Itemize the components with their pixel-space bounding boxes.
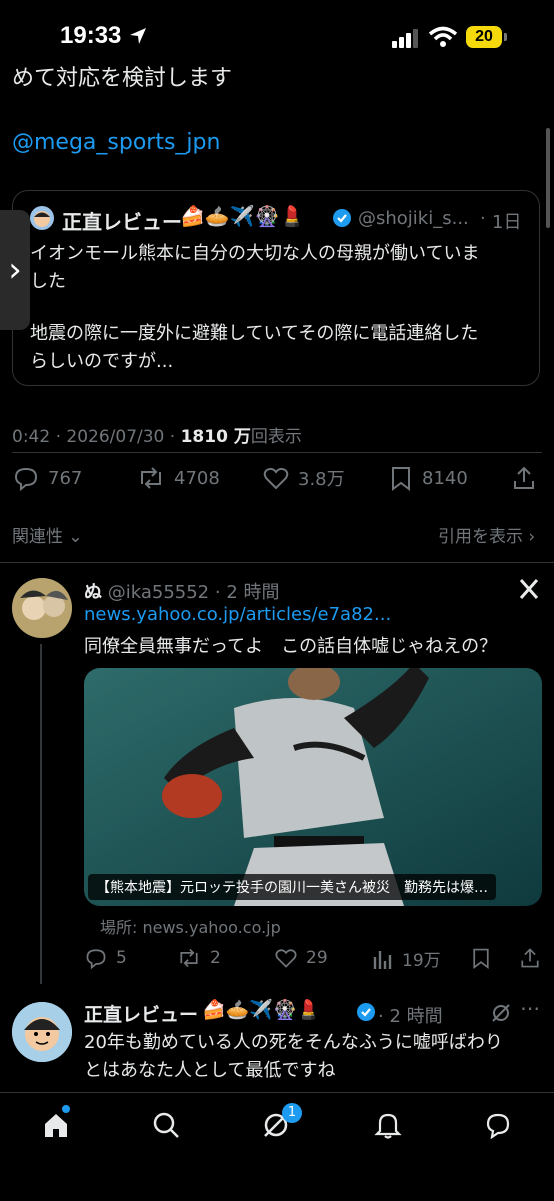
x-logo-icon[interactable] — [518, 578, 540, 600]
heart-icon — [275, 949, 297, 968]
bookmark-icon — [392, 467, 410, 491]
reply1-views-count: 19万 — [402, 951, 441, 971]
verified-badge-icon — [333, 209, 351, 227]
reply2-text-line2: とはあなた人として最低ですね — [84, 1060, 336, 1081]
reply1-reply-count: 5 — [116, 948, 127, 968]
reply1-text: 同僚全員無事だってよ この話自体嘘じゃねえの？ — [84, 636, 498, 657]
divider — [0, 562, 554, 563]
like-button[interactable]: 3.8万 — [262, 464, 345, 492]
battery-level: 20 — [475, 28, 493, 45]
reply1-name: ぬ — [84, 582, 102, 603]
reply-icon — [86, 949, 106, 970]
mention-link[interactable]: @mega_sports_jpn — [12, 130, 220, 155]
battery-tip — [504, 33, 507, 41]
views-chart-icon — [373, 950, 392, 969]
bookmark-icon[interactable] — [470, 946, 492, 970]
divider — [12, 452, 542, 453]
repost-icon — [141, 467, 161, 489]
grok-icon[interactable] — [490, 1002, 512, 1024]
reply1-handle: @ika55552 — [107, 582, 210, 603]
chevron-right-icon: › — [528, 527, 536, 547]
reply1-header: ぬ @ika55552 · 2 時間 — [84, 578, 280, 604]
link-card-image[interactable] — [84, 668, 542, 906]
tweet-text-fragment: めて対応を検討します — [12, 66, 233, 91]
repost-button[interactable]: 4708 — [136, 464, 220, 492]
reply2-dot: · — [378, 1006, 390, 1027]
reply1-repost-count: 2 — [210, 948, 221, 968]
reply2-text-line1: 20年も勤めている人の死をそんなふうに嘘呼ばわり — [84, 1032, 503, 1053]
heart-icon — [263, 467, 289, 490]
link-card-caption: 【熊本地震】元ロッテ投手の園川一美さん被災 勤務先は爆… — [88, 874, 496, 900]
quoted-author-name: 正直レビュー — [62, 210, 182, 234]
quoted-text-line4: らしいのですが... — [30, 351, 174, 372]
tweet-timestamp: 0:42 · 2026/07/30 · — [12, 427, 181, 447]
baseball-pitcher-image — [84, 668, 542, 906]
view-quotes-link[interactable]: 引用を表示 › — [438, 522, 535, 547]
sort-dropdown[interactable]: 関連性 ⌄ — [12, 522, 83, 547]
notifications-bell-icon[interactable] — [374, 1111, 402, 1139]
bottom-nav: 1 — [0, 1092, 554, 1201]
chevron-down-icon: ⌄ — [68, 527, 83, 547]
reply-button[interactable]: 767 — [12, 464, 82, 492]
reply2-avatar[interactable] — [12, 1002, 72, 1062]
scrollbar[interactable] — [546, 128, 550, 228]
reply2-name: 正直レビュー — [84, 1004, 199, 1026]
signal-icon — [392, 29, 418, 48]
quoted-time: 1日 — [492, 212, 522, 233]
reply2-time: 2 時間 — [389, 1006, 443, 1027]
reply1-time: 2 時間 — [226, 582, 280, 603]
reply-count: 767 — [48, 467, 83, 489]
like-count: 3.8万 — [298, 469, 345, 490]
home-icon[interactable] — [42, 1111, 70, 1139]
tweet-views-count: 1810 万 — [180, 427, 251, 447]
tweet-meta: 0:42 · 2026/07/30 · 1810 万回表示 — [12, 422, 302, 447]
reply1-reply-button[interactable]: 5 — [84, 946, 127, 970]
location-arrow-icon — [130, 28, 146, 44]
more-options-icon[interactable]: ⋯ — [520, 996, 540, 1020]
view-quotes-label: 引用を表示 — [438, 527, 523, 547]
verified-badge-icon — [357, 1003, 375, 1021]
share-icon[interactable] — [518, 946, 542, 970]
quoted-text-line3: 地震の際に一度外に避難していてその際に電話連絡した — [30, 323, 479, 344]
nav-badge: 1 — [282, 1103, 302, 1123]
bookmark-button[interactable]: 8140 — [388, 464, 468, 492]
tweet-views-label: 回表示 — [250, 427, 302, 447]
quoted-author-avatar — [30, 206, 54, 230]
quoted-text-line1: イオンモール熊本に自分の大切な人の母親が働いていま — [30, 243, 480, 264]
side-panel-tab[interactable]: › — [0, 210, 30, 330]
reply2-time-wrap: · 2 時間 — [378, 1002, 443, 1028]
status-bar: 19:33 20 — [0, 0, 554, 72]
wifi-icon — [428, 26, 458, 47]
sort-label: 関連性 — [12, 527, 63, 547]
status-time: 19:33 — [60, 22, 122, 49]
reply1-dot: · — [209, 582, 227, 603]
messages-icon[interactable] — [484, 1111, 512, 1139]
home-notification-dot — [62, 1105, 70, 1113]
reply1-views-button[interactable]: 19万 — [372, 946, 441, 971]
thread-line — [40, 644, 42, 984]
reply2-emoji: 🍰🥧✈️🎡💄 — [202, 999, 321, 1021]
quoted-handle: @shojiki_s... — [358, 208, 469, 229]
repost-icon — [180, 948, 198, 968]
bookmark-count: 8140 — [422, 467, 468, 489]
search-icon[interactable] — [152, 1111, 180, 1139]
reply1-link[interactable]: news.yahoo.co.jp/articles/e7a82... — [84, 604, 391, 625]
quoted-text-line2: した — [30, 271, 66, 292]
repost-count: 4708 — [174, 467, 220, 489]
reply1-like-count: 29 — [306, 948, 328, 968]
reply1-avatar[interactable] — [12, 578, 72, 638]
quoted-dot: · — [480, 208, 486, 229]
reply1-repost-button[interactable]: 2 — [176, 946, 221, 970]
share-icon[interactable] — [510, 464, 538, 492]
reply1-like-button[interactable]: 29 — [274, 946, 328, 970]
quoted-author-emoji: 🍰🥧✈️🎡💄 — [180, 204, 305, 228]
chevron-right-icon: › — [8, 250, 22, 290]
reply-icon — [14, 467, 38, 492]
link-card-source: 場所: news.yahoo.co.jp — [100, 918, 281, 937]
